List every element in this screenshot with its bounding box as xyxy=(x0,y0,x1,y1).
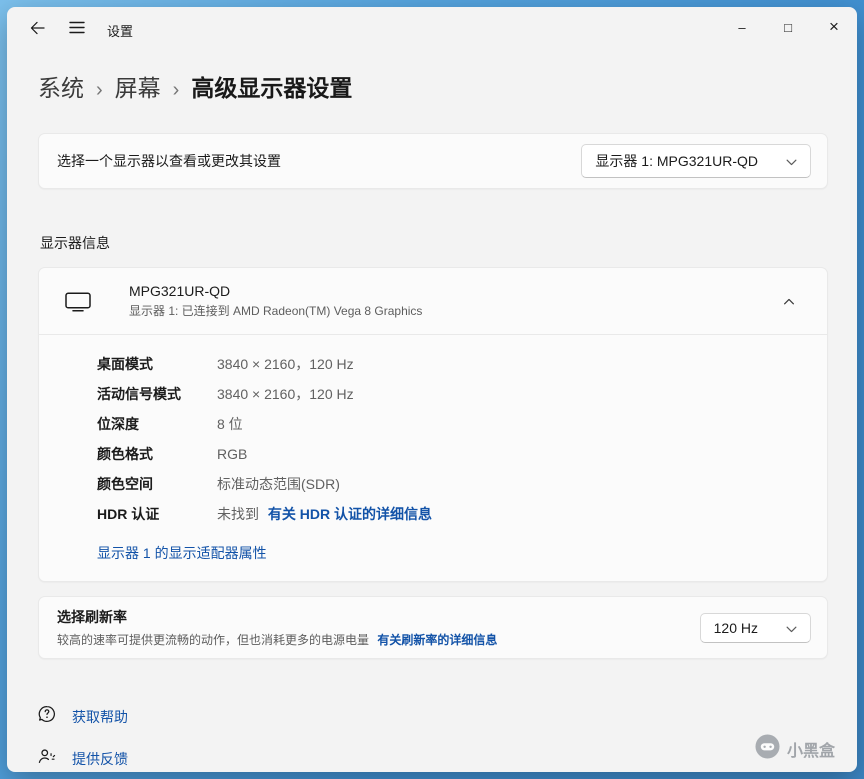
detail-label: 位深度 xyxy=(97,416,139,432)
detail-label: 颜色格式 xyxy=(97,446,153,462)
display-info-section-title: 显示器信息 xyxy=(40,235,110,251)
titlebar: 设置 – □ × xyxy=(7,7,857,53)
feedback-item[interactable]: 提供反馈 xyxy=(38,747,128,770)
refresh-rate-text: 选择刷新率 较高的速率可提供更流畅的动作，但也消耗更多的电源电量 有关刷新率的详… xyxy=(57,607,497,648)
detail-value: 3840 × 2160，120 Hz xyxy=(217,386,354,402)
breadcrumb-separator: › xyxy=(96,79,103,101)
monitor-icon xyxy=(63,291,93,312)
hdr-status-text: 未找到 xyxy=(217,506,259,522)
display-info-titles: MPG321UR-QD 显示器 1: 已连接到 AMD Radeon(TM) V… xyxy=(129,283,422,319)
watermark: 小黑盒 xyxy=(755,734,835,764)
close-button[interactable]: × xyxy=(811,7,857,47)
monitor-select-dropdown[interactable]: 显示器 1: MPG321UR-QD xyxy=(581,144,811,178)
display-adapter-link[interactable]: 显示器 1 的显示适配器属性 xyxy=(97,543,267,563)
breadcrumb-separator: › xyxy=(172,79,180,101)
settings-window: 设置 – □ × 系统 › 屏幕 › 高级显示器设置 选择一个显示器以查看或更改… xyxy=(7,7,857,772)
detail-row-color-space: 颜色空间 标准动态范围(SDR) xyxy=(97,469,827,499)
content-area: 系统 › 屏幕 › 高级显示器设置 选择一个显示器以查看或更改其设置 显示器 1… xyxy=(7,53,857,772)
breadcrumb-system[interactable]: 系统 xyxy=(38,69,84,103)
get-help-link[interactable]: 获取帮助 xyxy=(72,707,128,727)
detail-value: 3840 × 2160，120 Hz xyxy=(217,356,354,372)
collapse-button[interactable] xyxy=(771,286,807,316)
page-title: 高级显示器设置 xyxy=(191,75,353,101)
hdr-info-link[interactable]: 有关 HDR 认证的详细信息 xyxy=(268,506,432,522)
detail-label: 活动信号模式 xyxy=(97,386,181,402)
detail-row-signal-mode: 活动信号模式 3840 × 2160，120 Hz xyxy=(97,379,827,409)
detail-row-hdr: HDR 认证 未找到 有关 HDR 认证的详细信息 xyxy=(97,499,827,529)
chevron-up-icon xyxy=(783,292,795,310)
refresh-rate-description-text: 较高的速率可提供更流畅的动作，但也消耗更多的电源电量 xyxy=(57,633,370,647)
display-details: 桌面模式 3840 × 2160，120 Hz 活动信号模式 3840 × 21… xyxy=(39,335,827,535)
detail-label: 颜色空间 xyxy=(97,476,153,492)
gamepad-logo-icon xyxy=(755,734,780,764)
window-controls: – □ × xyxy=(719,7,857,49)
detail-row-color-format: 颜色格式 RGB xyxy=(97,439,827,469)
monitor-connection: 显示器 1: 已连接到 AMD Radeon(TM) Vega 8 Graphi… xyxy=(129,304,423,318)
maximize-button[interactable]: □ xyxy=(765,7,811,47)
feedback-icon xyxy=(38,747,56,770)
refresh-rate-value: 120 Hz xyxy=(713,619,758,636)
watermark-text: 小黑盒 xyxy=(786,743,835,760)
footer-links: 获取帮助 提供反馈 xyxy=(38,705,828,770)
get-help-item[interactable]: 获取帮助 xyxy=(38,705,128,728)
detail-label: HDR 认证 xyxy=(97,506,160,522)
monitor-name: MPG321UR-QD xyxy=(129,283,231,299)
hamburger-icon xyxy=(69,21,85,39)
refresh-rate-card: 选择刷新率 较高的速率可提供更流畅的动作，但也消耗更多的电源电量 有关刷新率的详… xyxy=(38,596,828,659)
breadcrumb: 系统 › 屏幕 › 高级显示器设置 xyxy=(38,69,828,103)
help-icon xyxy=(38,705,56,728)
detail-row-desktop-mode: 桌面模式 3840 × 2160，120 Hz xyxy=(97,349,827,379)
detail-value: RGB xyxy=(217,446,248,462)
monitor-select-value: 显示器 1: MPG321UR-QD xyxy=(595,153,758,169)
back-button[interactable] xyxy=(17,12,57,48)
minimize-button[interactable]: – xyxy=(719,7,765,47)
detail-value: 未找到 有关 HDR 认证的详细信息 xyxy=(217,504,827,524)
window-title: 设置 xyxy=(107,23,134,39)
monitor-select-label: 选择一个显示器以查看或更改其设置 xyxy=(57,153,281,169)
refresh-rate-info-link[interactable]: 有关刷新率的详细信息 xyxy=(377,633,497,647)
detail-row-bit-depth: 位深度 8 位 xyxy=(97,409,827,439)
chevron-down-icon xyxy=(786,153,797,169)
refresh-rate-description: 较高的速率可提供更流畅的动作，但也消耗更多的电源电量 有关刷新率的详细信息 xyxy=(57,631,497,648)
display-info-card: MPG321UR-QD 显示器 1: 已连接到 AMD Radeon(TM) V… xyxy=(38,267,828,582)
refresh-rate-title: 选择刷新率 xyxy=(57,609,127,625)
detail-label: 桌面模式 xyxy=(97,356,153,372)
breadcrumb-display[interactable]: 屏幕 xyxy=(115,69,161,103)
back-arrow-icon xyxy=(30,21,45,40)
refresh-rate-dropdown[interactable]: 120 Hz xyxy=(699,612,811,643)
nav-menu-button[interactable] xyxy=(57,12,97,48)
detail-value: 标准动态范围(SDR) xyxy=(217,476,340,492)
feedback-link[interactable]: 提供反馈 xyxy=(72,749,128,769)
chevron-down-icon xyxy=(786,620,797,636)
display-info-header[interactable]: MPG321UR-QD 显示器 1: 已连接到 AMD Radeon(TM) V… xyxy=(39,268,827,334)
monitor-select-card: 选择一个显示器以查看或更改其设置 显示器 1: MPG321UR-QD xyxy=(38,133,828,189)
detail-value: 8 位 xyxy=(217,416,243,432)
